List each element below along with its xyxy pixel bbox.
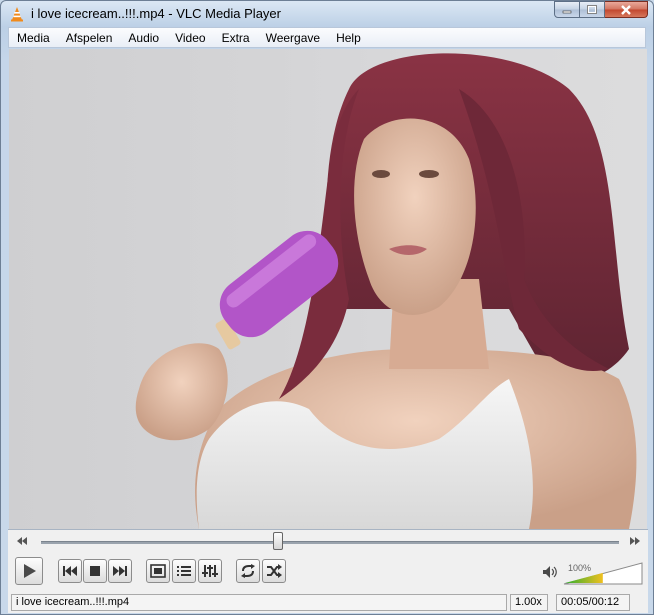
- loop-button[interactable]: [236, 559, 260, 583]
- menu-help[interactable]: Help: [328, 31, 369, 45]
- fullscreen-button[interactable]: [146, 559, 170, 583]
- seek-forward-icon[interactable]: [629, 535, 641, 547]
- stop-button[interactable]: [83, 559, 107, 583]
- seek-handle[interactable]: [272, 532, 283, 550]
- video-area[interactable]: [9, 49, 647, 529]
- seek-backward-icon[interactable]: [16, 535, 28, 547]
- menu-bar: Media Afspelen Audio Video Extra Weergav…: [8, 27, 646, 48]
- maximize-button[interactable]: [580, 1, 605, 18]
- previous-button[interactable]: [58, 559, 82, 583]
- title-bar[interactable]: i love icecream..!!!.mp4 - VLC Media Pla…: [1, 1, 653, 27]
- menu-video[interactable]: Video: [167, 31, 213, 45]
- stop-icon: [90, 566, 100, 576]
- seek-bar[interactable]: [41, 541, 619, 544]
- maximize-icon: [587, 5, 597, 14]
- loop-icon: [241, 564, 255, 578]
- controls-panel: 100%: [8, 529, 648, 593]
- next-button[interactable]: [108, 559, 132, 583]
- speaker-icon[interactable]: [542, 565, 558, 579]
- menu-extra[interactable]: Extra: [214, 31, 258, 45]
- video-frame-illustration: [135, 53, 637, 529]
- status-bar: i love icecream..!!!.mp4 1.00x 00:05/00:…: [8, 593, 648, 613]
- volume-percent: 100%: [568, 563, 592, 573]
- skip-forward-icon: [113, 566, 127, 576]
- playback-speed[interactable]: 1.00x: [510, 594, 548, 611]
- menu-weergave[interactable]: Weergave: [258, 31, 328, 45]
- minimize-icon: [562, 10, 572, 13]
- shuffle-icon: [267, 564, 282, 578]
- menu-media[interactable]: Media: [9, 31, 58, 45]
- menu-audio[interactable]: Audio: [120, 31, 167, 45]
- play-icon: [24, 564, 36, 578]
- play-button[interactable]: [15, 557, 43, 585]
- window-title: i love icecream..!!!.mp4 - VLC Media Pla…: [31, 6, 281, 21]
- close-icon: [621, 4, 631, 15]
- vlc-window: i love icecream..!!!.mp4 - VLC Media Pla…: [0, 0, 654, 615]
- minimize-button[interactable]: [554, 1, 580, 18]
- status-filename: i love icecream..!!!.mp4: [11, 594, 507, 611]
- playlist-button[interactable]: [172, 559, 196, 583]
- playback-time[interactable]: 00:05/00:12: [556, 594, 630, 611]
- playlist-icon: [177, 566, 191, 576]
- menu-afspelen[interactable]: Afspelen: [58, 31, 121, 45]
- shuffle-button[interactable]: [262, 559, 286, 583]
- extended-settings-button[interactable]: [198, 559, 222, 583]
- close-button[interactable]: [605, 1, 648, 18]
- window-controls: [554, 1, 648, 19]
- fullscreen-icon: [150, 564, 166, 578]
- vlc-cone-icon: [11, 7, 23, 22]
- equalizer-icon: [202, 565, 218, 577]
- skip-back-icon: [63, 566, 77, 576]
